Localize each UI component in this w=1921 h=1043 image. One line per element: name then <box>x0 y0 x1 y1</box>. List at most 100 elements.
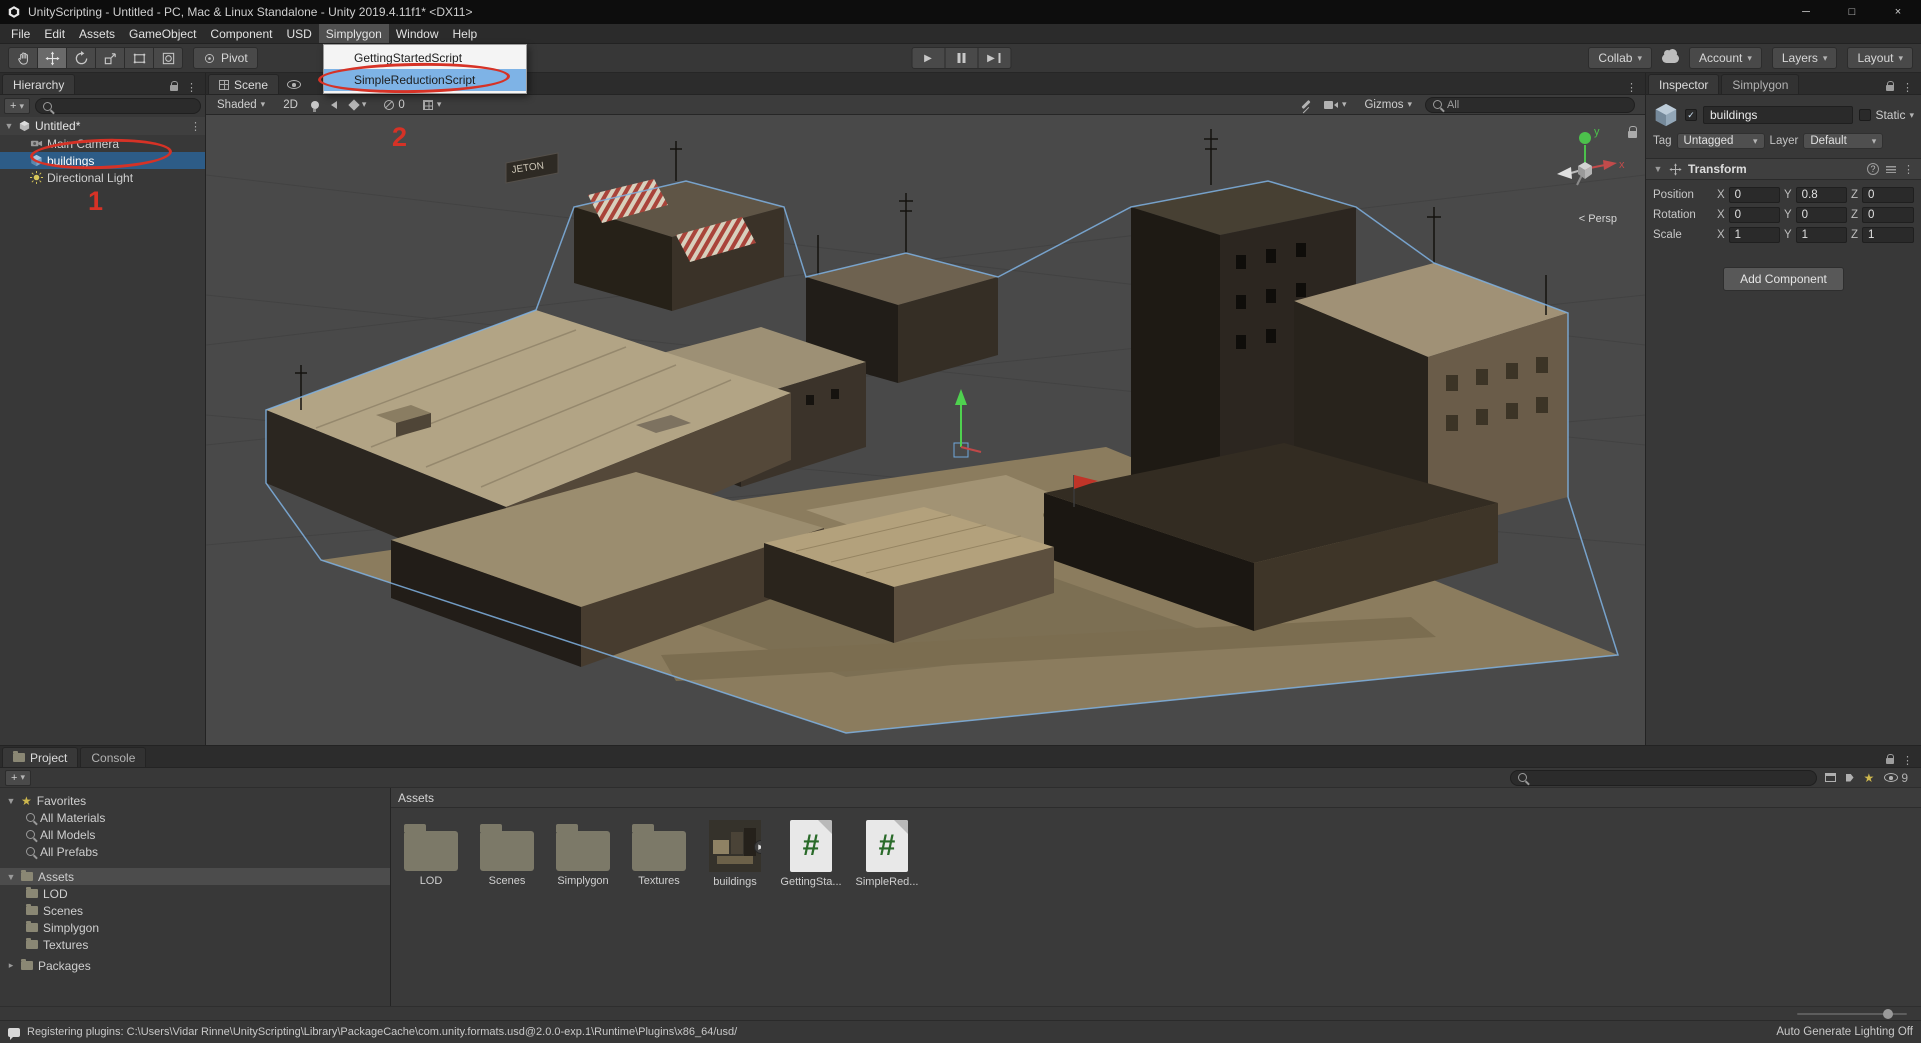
menu-file[interactable]: File <box>4 24 37 43</box>
scene-visibility-eye-icon[interactable] <box>287 80 301 89</box>
grid-snap-dropdown[interactable]: ▾ <box>418 97 447 113</box>
menu-gameobject[interactable]: GameObject <box>122 24 203 43</box>
position-z-field[interactable]: 0 <box>1862 187 1914 203</box>
gizmos-dropdown[interactable]: Gizmos ▾ <box>1359 97 1417 113</box>
cloud-icon[interactable] <box>1662 54 1679 63</box>
tree-all-materials[interactable]: All Materials <box>0 809 390 826</box>
scene-search-input[interactable]: All <box>1425 97 1635 113</box>
pause-button[interactable] <box>944 47 978 69</box>
foldout-open-icon[interactable]: ▼ <box>1653 164 1663 174</box>
foldout-closed-icon[interactable]: ▸ <box>6 960 16 971</box>
scale-y-field[interactable]: 1 <box>1796 227 1847 243</box>
scene-camera-dropdown[interactable]: ▾ <box>1319 97 1352 113</box>
console-message-icon[interactable] <box>8 1028 20 1037</box>
slider-thumb[interactable] <box>1883 1009 1893 1019</box>
layer-dropdown[interactable]: Default ▾ <box>1803 133 1883 149</box>
viewport-lock-icon[interactable] <box>1628 131 1637 138</box>
asset-item-textures[interactable]: Textures <box>621 818 697 888</box>
menu-window[interactable]: Window <box>389 24 446 43</box>
kebab-menu-icon[interactable]: ⋮ <box>1902 81 1913 94</box>
kebab-menu-icon[interactable]: ⋮ <box>1626 81 1637 94</box>
maximize-button[interactable]: □ <box>1829 0 1875 24</box>
close-button[interactable]: × <box>1875 0 1921 24</box>
2d-toggle[interactable]: 2D <box>278 97 303 113</box>
tree-all-prefabs[interactable]: All Prefabs <box>0 843 390 860</box>
tab-hierarchy[interactable]: Hierarchy <box>2 74 75 94</box>
hidden-objects-toggle[interactable]: 0 <box>379 97 409 113</box>
object-name-field[interactable]: buildings <box>1703 106 1853 124</box>
account-dropdown[interactable]: Account ▾ <box>1689 47 1762 69</box>
project-search-input[interactable] <box>1510 770 1817 786</box>
hierarchy-item-buildings[interactable]: buildings <box>0 152 205 169</box>
asset-item-scenes[interactable]: Scenes <box>469 818 545 888</box>
hierarchy-search-input[interactable] <box>35 98 201 114</box>
pivot-toggle-button[interactable]: Pivot <box>193 47 258 69</box>
hand-tool-button[interactable] <box>8 47 38 69</box>
thumbnail-zoom-slider[interactable] <box>1797 1013 1907 1015</box>
layers-dropdown[interactable]: Layers ▾ <box>1772 47 1838 69</box>
kebab-menu-icon[interactable]: ⋮ <box>190 120 201 133</box>
transform-tool-button[interactable] <box>153 47 183 69</box>
tree-folder-scenes[interactable]: Scenes <box>0 902 390 919</box>
rect-tool-button[interactable] <box>124 47 154 69</box>
hidden-packages-toggle[interactable]: 9 <box>1884 771 1908 785</box>
position-y-field[interactable]: 0.8 <box>1796 187 1847 203</box>
tab-scene[interactable]: Scene <box>208 74 279 94</box>
tag-dropdown[interactable]: Untagged ▾ <box>1677 133 1765 149</box>
asset-item-lod[interactable]: LOD <box>393 818 469 888</box>
scene-viewport-3d-render[interactable]: JETON <box>206 115 1645 745</box>
kebab-menu-icon[interactable]: ⋮ <box>1902 754 1913 767</box>
tree-folder-textures[interactable]: Textures <box>0 936 390 953</box>
scale-z-field[interactable]: 1 <box>1862 227 1914 243</box>
collab-dropdown[interactable]: Collab ▾ <box>1588 47 1652 69</box>
position-x-field[interactable]: 0 <box>1729 187 1780 203</box>
asset-item-gettingstartedscript[interactable]: # GettingSta... <box>773 818 849 888</box>
tab-inspector[interactable]: Inspector <box>1648 74 1719 94</box>
step-button[interactable]: ▶ <box>977 47 1011 69</box>
foldout-open-icon[interactable]: ▼ <box>4 121 14 131</box>
auto-generate-lighting-status[interactable]: Auto Generate Lighting Off <box>1776 1026 1913 1038</box>
prefab-expand-icon[interactable]: ▶ <box>754 840 761 854</box>
play-button[interactable]: ▶ <box>911 47 945 69</box>
tool-settings-icon[interactable] <box>1301 100 1310 109</box>
asset-item-simplygon[interactable]: Simplygon <box>545 818 621 888</box>
scene-orientation-gizmo[interactable]: y x <box>1545 121 1625 213</box>
menu-help[interactable]: Help <box>446 24 485 43</box>
effects-dropdown[interactable]: ▾ <box>345 97 372 113</box>
foldout-open-icon[interactable]: ▼ <box>6 796 16 806</box>
rotation-z-field[interactable]: 0 <box>1862 207 1914 223</box>
search-by-type-icon[interactable] <box>1825 773 1836 782</box>
shading-mode-dropdown[interactable]: Shaded ▾ <box>212 97 270 113</box>
lock-icon[interactable] <box>1886 758 1894 764</box>
menu-assets[interactable]: Assets <box>72 24 122 43</box>
rotation-x-field[interactable]: 0 <box>1729 207 1780 223</box>
kebab-menu-icon[interactable]: ⋮ <box>186 81 197 94</box>
transform-component-header[interactable]: ▼ Transform ? ⋮ <box>1646 158 1921 180</box>
tab-project[interactable]: Project <box>2 747 78 767</box>
active-checkbox[interactable]: ✓ <box>1685 109 1697 121</box>
tab-console[interactable]: Console <box>80 747 146 767</box>
lock-icon[interactable] <box>170 85 178 91</box>
add-component-button[interactable]: Add Component <box>1723 267 1844 291</box>
save-search-star-icon[interactable]: ★ <box>1864 771 1875 785</box>
tree-favorites[interactable]: ▼ ★ Favorites <box>0 792 390 809</box>
menu-edit[interactable]: Edit <box>37 24 72 43</box>
perspective-mode-label[interactable]: < Persp <box>1579 213 1617 225</box>
lock-icon[interactable] <box>1886 85 1894 91</box>
rotation-y-field[interactable]: 0 <box>1796 207 1847 223</box>
tab-simplygon[interactable]: Simplygon <box>1721 74 1799 94</box>
status-message[interactable]: Registering plugins: C:\Users\Vidar Rinn… <box>27 1026 737 1038</box>
layout-dropdown[interactable]: Layout ▾ <box>1847 47 1913 69</box>
rotate-tool-button[interactable] <box>66 47 96 69</box>
scene-audio-toggle-icon[interactable] <box>327 101 337 109</box>
static-checkbox[interactable] <box>1859 109 1871 121</box>
hierarchy-scene-row[interactable]: ▼ Untitled* ⋮ <box>0 117 205 135</box>
minimize-button[interactable]: ─ <box>1783 0 1829 24</box>
help-icon[interactable]: ? <box>1867 163 1879 175</box>
menu-item-gettingstartedscript[interactable]: GettingStartedScript <box>324 47 526 69</box>
hierarchy-item-main-camera[interactable]: Main Camera <box>0 135 205 152</box>
presets-icon[interactable] <box>1886 165 1896 173</box>
scene-lighting-toggle-icon[interactable] <box>311 101 319 109</box>
asset-item-buildings-prefab[interactable]: ▶ buildings <box>697 818 773 888</box>
tree-folder-lod[interactable]: LOD <box>0 885 390 902</box>
